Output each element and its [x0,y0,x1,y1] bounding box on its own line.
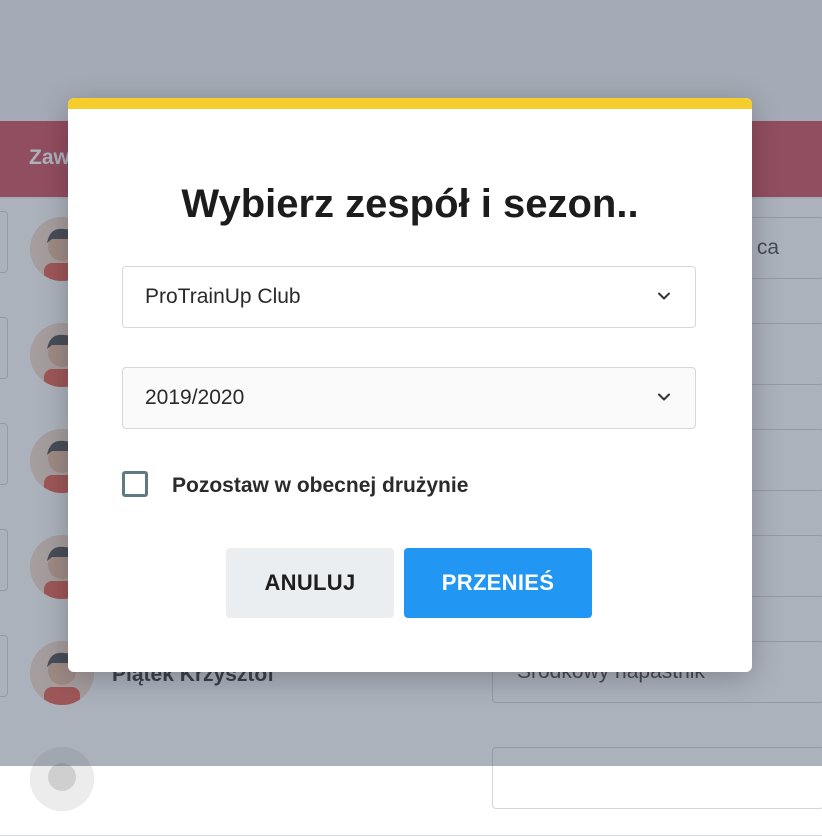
team-select[interactable]: ProTrainUp Club [122,266,696,328]
dialog-title: Wybierz zespół i sezon.. [181,182,639,226]
stay-in-team-label[interactable]: Pozostaw w obecnej drużynie [172,474,468,498]
season-select[interactable]: 2019/2020 [122,367,696,429]
chevron-down-icon [658,292,670,300]
season-select-value: 2019/2020 [145,386,245,409]
dialog-accent-bar [68,98,752,109]
team-select-value: ProTrainUp Club [145,285,301,308]
transfer-dialog: Wybierz zespół i sezon.. ProTrainUp Club… [68,98,752,672]
stay-in-team-checkbox[interactable] [122,471,148,497]
stay-in-team-option[interactable]: Pozostaw w obecnej drużynie [122,470,622,504]
move-button[interactable]: PRZENIEŚ [404,548,592,618]
cancel-button[interactable]: ANULUJ [226,548,394,618]
chevron-down-icon [658,393,670,401]
